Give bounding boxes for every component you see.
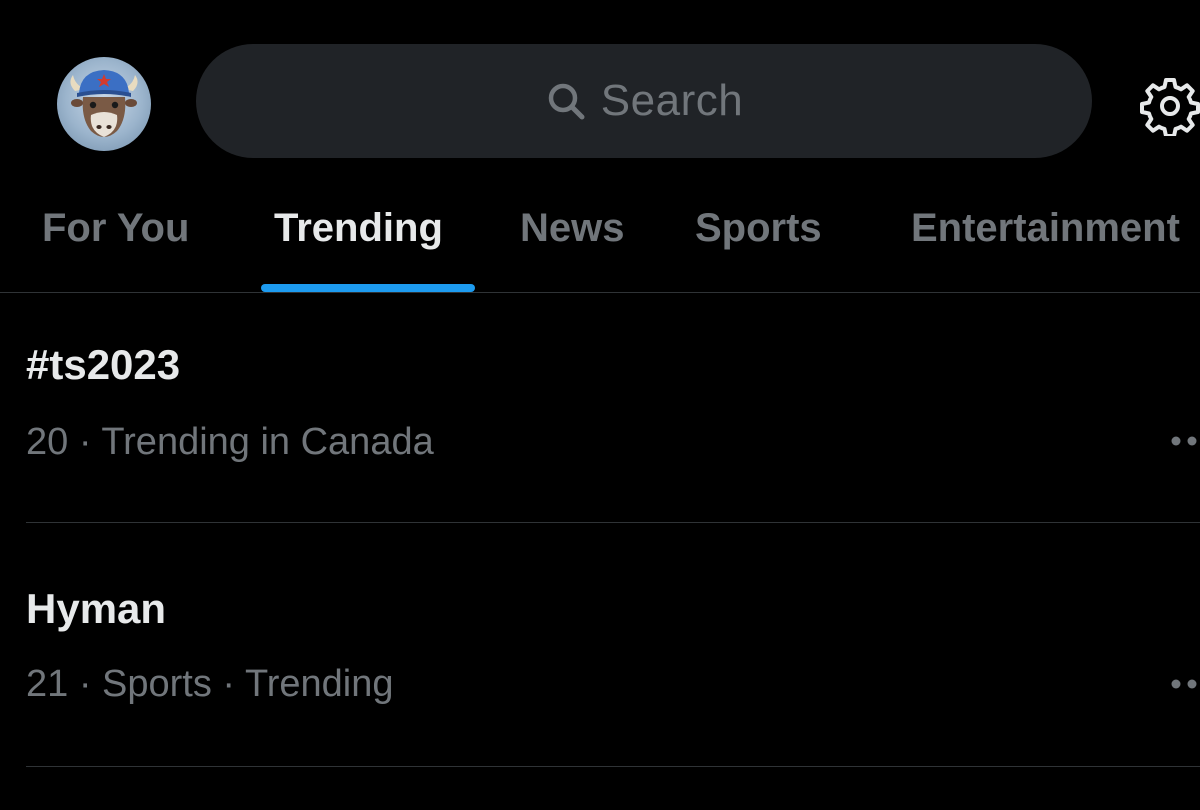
search-placeholder: Search bbox=[600, 76, 744, 125]
tab-for-you[interactable]: For You bbox=[42, 206, 189, 251]
divider bbox=[26, 766, 1200, 767]
profile-avatar[interactable] bbox=[57, 57, 151, 151]
tab-entertainment[interactable]: Entertainment bbox=[911, 206, 1180, 251]
search-icon bbox=[548, 83, 585, 120]
bison-avatar-icon bbox=[70, 70, 138, 137]
more-options-icon[interactable] bbox=[1170, 435, 1200, 447]
tab-sports[interactable]: Sports bbox=[695, 206, 822, 251]
more-options-icon[interactable] bbox=[1170, 678, 1200, 690]
search-input[interactable]: Search bbox=[196, 44, 1092, 158]
trend-title: Hyman bbox=[26, 585, 167, 632]
tab-news[interactable]: News bbox=[520, 206, 625, 251]
explore-tabs: For You Trending News Sports Entertainme… bbox=[0, 180, 1200, 293]
trend-meta: 21 · Sports · Trending bbox=[26, 663, 394, 705]
active-tab-indicator bbox=[261, 284, 475, 292]
trend-meta: 20 · Trending in Canada bbox=[26, 421, 434, 463]
settings-button[interactable] bbox=[1140, 76, 1200, 136]
tab-trending[interactable]: Trending bbox=[274, 206, 443, 251]
trend-item[interactable]: Hyman 21 · Sports · Trending bbox=[26, 523, 1200, 766]
gear-icon bbox=[1140, 78, 1200, 136]
explore-screen: Search For You Trending News Sports Ente… bbox=[0, 0, 1200, 810]
trend-item[interactable]: #ts2023 20 · Trending in Canada bbox=[26, 293, 1200, 522]
trend-title: #ts2023 bbox=[26, 341, 181, 388]
